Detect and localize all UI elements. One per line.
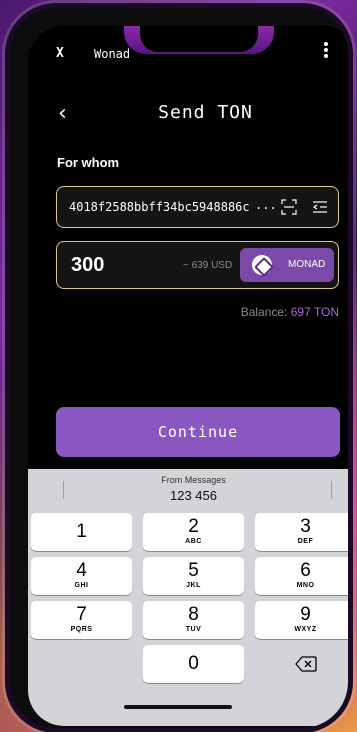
- key-digit: 6: [300, 560, 311, 581]
- token-select-button[interactable]: MONAD: [240, 248, 334, 282]
- amount-value: 300: [71, 254, 105, 276]
- phone-frame: X Wonad ‹ Send TON For whom 4018f2588bbf…: [10, 8, 348, 728]
- recipient-label: For whom: [57, 155, 120, 170]
- scan-qr-icon[interactable]: [281, 199, 297, 215]
- app-screen: X Wonad ‹ Send TON For whom 4018f2588bbf…: [28, 26, 348, 726]
- key-9[interactable]: 9 WXYZ: [255, 601, 348, 639]
- balance-value: 697 TON: [290, 305, 339, 319]
- key-digit: 3: [300, 516, 311, 537]
- key-4[interactable]: 4 GHI: [31, 557, 132, 595]
- app-name: Wonad: [94, 47, 131, 61]
- key-digit: 2: [188, 516, 199, 537]
- key-7[interactable]: 7 PQRS: [31, 601, 132, 639]
- key-digit: 7: [76, 604, 87, 625]
- notch: [140, 26, 258, 52]
- balance-row: Balance: 697 TON: [28, 305, 339, 319]
- numeric-keyboard: From Messages 123 456 1 2 ABC 3 DEF 4 GH…: [28, 469, 348, 726]
- recipient-address-value: 4018f2588bbff34bc5948886c: [69, 200, 250, 214]
- recipient-address-field[interactable]: 4018f2588bbff34bc5948886c ...: [56, 186, 339, 228]
- monad-logo-icon: [252, 255, 272, 275]
- address-book-icon[interactable]: [312, 199, 328, 215]
- key-0[interactable]: 0: [143, 645, 244, 683]
- key-5[interactable]: 5 JKL: [143, 557, 244, 595]
- amount-field[interactable]: 300 ~ 639 USD MONAD: [56, 241, 339, 289]
- page-title: Send TON: [158, 102, 253, 123]
- key-digit: 0: [188, 653, 199, 674]
- key-letters: WXYZ: [294, 626, 317, 633]
- token-label: MONAD: [288, 259, 326, 270]
- key-letters: TUV: [185, 626, 202, 633]
- key-letters: DEF: [297, 538, 314, 545]
- key-6[interactable]: 6 MNO: [255, 557, 348, 595]
- key-3[interactable]: 3 DEF: [255, 513, 348, 551]
- more-options-icon[interactable]: [323, 40, 329, 64]
- balance-label: Balance:: [240, 305, 288, 319]
- backspace-key[interactable]: [255, 645, 348, 683]
- key-1[interactable]: 1: [31, 513, 132, 551]
- suggestion-divider: [331, 481, 332, 499]
- key-digit: 8: [188, 604, 199, 625]
- address-ellipsis: ...: [255, 198, 277, 212]
- home-indicator: [124, 705, 232, 709]
- key-2[interactable]: 2 ABC: [143, 513, 244, 551]
- suggestion-code: 123 456: [170, 488, 217, 503]
- key-digit: 9: [300, 604, 311, 625]
- key-letters: GHI: [74, 582, 89, 589]
- otp-suggestion[interactable]: From Messages 123 456: [28, 469, 348, 509]
- key-8[interactable]: 8 TUV: [143, 601, 244, 639]
- key-letters: JKL: [186, 582, 201, 589]
- continue-button[interactable]: Continue: [56, 407, 340, 457]
- amount-usd-value: ~ 639 USD: [183, 260, 233, 271]
- key-digit: 4: [76, 560, 87, 581]
- close-button[interactable]: X: [56, 46, 64, 61]
- key-letters: ABC: [185, 538, 202, 545]
- page-header: ‹ Send TON: [28, 101, 348, 126]
- suggestion-source: From Messages: [161, 475, 226, 485]
- key-digit: 1: [76, 521, 87, 542]
- key-letters: MNO: [296, 582, 315, 589]
- key-letters: PQRS: [70, 626, 93, 633]
- key-digit: 5: [188, 560, 199, 581]
- backspace-icon: [295, 656, 317, 672]
